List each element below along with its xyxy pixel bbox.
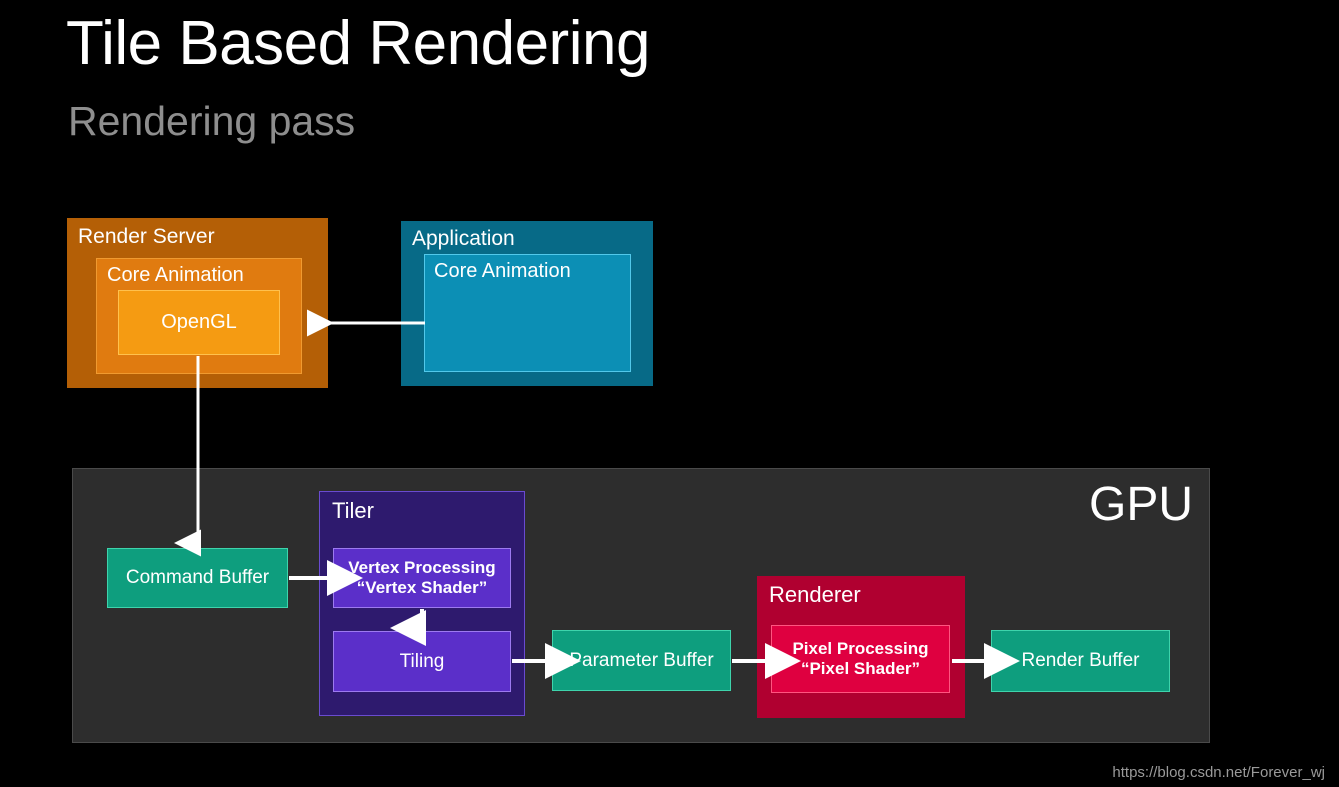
tiling-box: Tiling: [333, 631, 511, 692]
vertex-processing-line1: Vertex Processing: [348, 557, 496, 577]
render-buffer-box: Render Buffer: [991, 630, 1170, 692]
vertex-processing-line2: “Vertex Shader”: [356, 578, 488, 597]
command-buffer-label: Command Buffer: [125, 566, 270, 588]
command-buffer-box: Command Buffer: [107, 548, 288, 608]
tiler-label: Tiler: [332, 498, 374, 523]
application-label: Application: [412, 227, 515, 250]
opengl-label: OpenGL: [161, 310, 237, 333]
vertex-processing-label: Vertex Processing “Vertex Shader”: [334, 558, 510, 598]
pixel-processing-line2: “Pixel Shader”: [800, 659, 921, 678]
render-buffer-label: Render Buffer: [1021, 649, 1140, 671]
parameter-buffer-label: Parameter Buffer: [569, 649, 714, 671]
gpu-label: GPU: [1088, 478, 1193, 531]
tiling-label: Tiling: [399, 650, 445, 672]
pixel-processing-box: Pixel Processing “Pixel Shader”: [771, 625, 950, 693]
parameter-buffer-box: Parameter Buffer: [552, 630, 731, 691]
renderer-label: Renderer: [769, 582, 861, 607]
page-subtitle: Rendering pass: [68, 98, 356, 144]
render-server-label: Render Server: [78, 225, 215, 248]
page-title: Tile Based Rendering: [66, 9, 650, 78]
opengl-box: OpenGL: [118, 290, 280, 355]
application-core-animation-label: Core Animation: [434, 260, 571, 282]
vertex-processing-box: Vertex Processing “Vertex Shader”: [333, 548, 511, 608]
watermark: https://blog.csdn.net/Forever_wj: [1112, 764, 1325, 781]
application-core-animation-box: Core Animation: [424, 254, 631, 372]
pixel-processing-label: Pixel Processing “Pixel Shader”: [772, 639, 949, 679]
pixel-processing-line1: Pixel Processing: [792, 638, 929, 658]
render-server-core-animation-label: Core Animation: [107, 264, 244, 286]
slide-canvas: Tile Based Rendering Rendering pass Rend…: [0, 0, 1339, 787]
